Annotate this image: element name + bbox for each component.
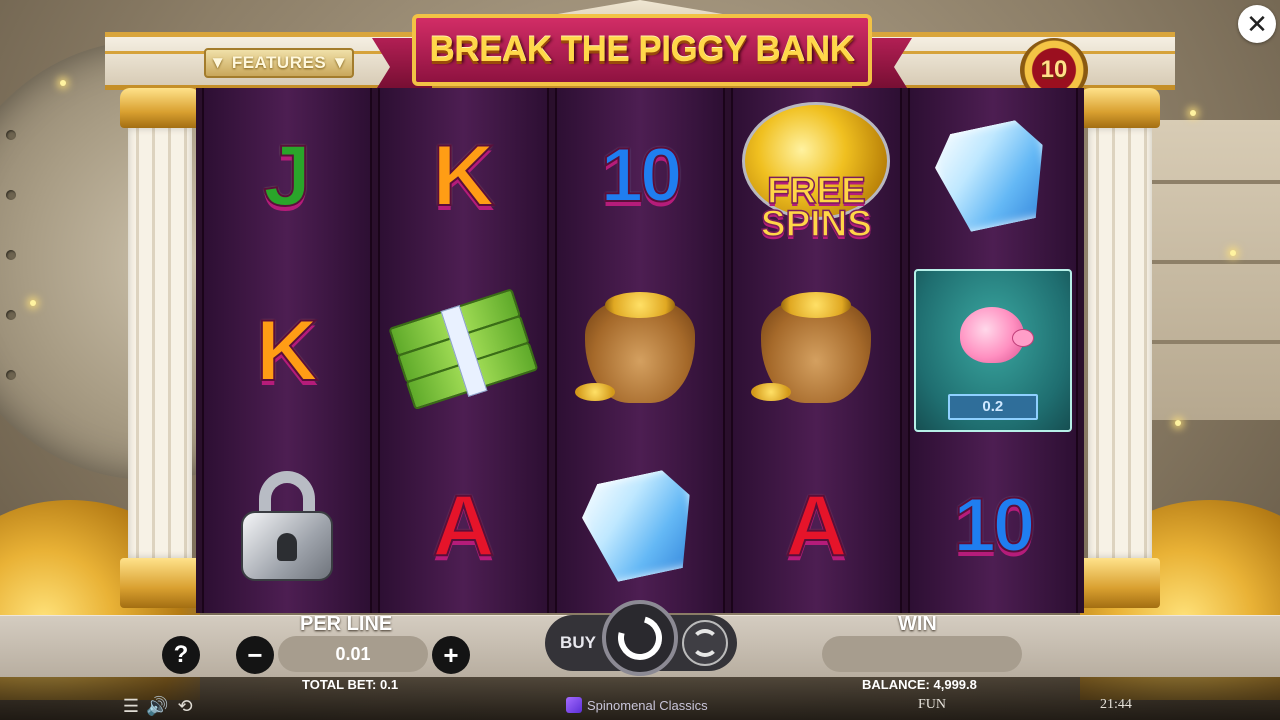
symbol-k: K: [255, 302, 319, 399]
symbol-10: 10: [953, 482, 1037, 568]
reel-cell: [910, 88, 1076, 263]
reel-cell: 0.2: [910, 263, 1076, 438]
total-bet-text: TOTAL BET: 0.1: [302, 677, 399, 692]
symbol-k: K: [432, 127, 496, 224]
column-left: [120, 88, 200, 628]
vault-bolt: [6, 250, 16, 260]
reel-cell: K: [380, 88, 546, 263]
provider-name: Spinomenal Classics: [587, 697, 708, 713]
reel-cell: 10: [910, 438, 1076, 613]
play-mode: FUN: [918, 697, 947, 712]
reel-2: KA: [378, 88, 549, 613]
autoplay-icon: [691, 629, 719, 657]
sparkle: [1175, 420, 1181, 426]
free-spins-text: FREE SPINS: [760, 169, 873, 244]
game-title-banner: BREAK THE PIGGY BANK: [372, 8, 912, 100]
provider-brand: Spinomenal Classics: [566, 697, 708, 713]
reel-cell: [557, 263, 723, 438]
provider-logo-icon: [566, 697, 582, 713]
help-button[interactable]: ?: [162, 636, 200, 674]
free-spins-scatter-symbol: FREE SPINS: [736, 96, 896, 256]
sparkle: [1190, 110, 1196, 116]
bonus-value: 0.2: [947, 394, 1039, 420]
increase-bet-button[interactable]: +: [432, 636, 470, 674]
per-line-bet-value: 0.01: [278, 636, 428, 672]
reel-5: 0.2 10: [907, 88, 1079, 613]
padlock-symbol-icon: [241, 470, 334, 581]
reel-1: JK: [202, 88, 373, 613]
gold-bag-symbol-icon: [751, 292, 872, 403]
reel-cell: A: [380, 438, 546, 613]
balance-text: BALANCE: 4,999.8: [862, 677, 977, 692]
game-title: BREAK THE PIGGY BANK: [429, 30, 855, 69]
win-label: WIN: [898, 613, 937, 635]
spin-button[interactable]: [602, 600, 678, 676]
symbol-a: A: [432, 477, 496, 574]
symbol-a: A: [784, 477, 848, 574]
autoplay-button[interactable]: [682, 620, 728, 666]
vault-bolt: [6, 370, 16, 380]
sparkle: [1230, 250, 1236, 256]
reel-grid: J K K A 10 FREE SPINS A 0.2 10: [196, 88, 1084, 613]
reel-cell: A: [733, 438, 899, 613]
per-line-label: PER LINE: [300, 613, 393, 635]
symbol-10: 10: [600, 132, 684, 218]
reel-cell: J: [204, 88, 370, 263]
reel-4: FREE SPINS A: [731, 88, 902, 613]
win-amount-field: [822, 636, 1022, 672]
reel-cell: [380, 263, 546, 438]
menu-icon[interactable]: ☰: [120, 696, 142, 716]
reel-cell: FREE SPINS: [733, 88, 899, 263]
piggy-bonus-symbol: 0.2: [913, 269, 1073, 432]
sound-icon[interactable]: 🔊: [146, 696, 168, 716]
reel-cell: [733, 263, 899, 438]
vault-bolt: [6, 310, 16, 320]
column-right: [1080, 88, 1160, 628]
gold-bag-symbol-icon: [575, 292, 696, 403]
sparkle: [30, 300, 36, 306]
shelf-background: [1140, 120, 1280, 420]
clock: 21:44: [1100, 697, 1132, 712]
reel-cell: [557, 438, 723, 613]
reel-cell: K: [204, 263, 370, 438]
diamond-symbol-icon: [576, 465, 704, 586]
symbol-j: J: [262, 127, 312, 224]
buy-feature-button[interactable]: BUY: [552, 622, 604, 664]
spin-icon: [609, 607, 671, 669]
reel-cell: 10: [557, 88, 723, 263]
turbo-icon[interactable]: ⟲: [174, 696, 196, 716]
close-button[interactable]: ✕: [1238, 5, 1276, 43]
diamond-symbol-icon: [929, 115, 1057, 236]
pink-piggy-icon: [959, 307, 1034, 363]
vault-bolt: [6, 190, 16, 200]
sparkle: [60, 80, 66, 86]
vault-bolt: [6, 130, 16, 140]
reel-cell: [204, 438, 370, 613]
features-button[interactable]: ▼ FEATURES ▼: [204, 48, 354, 78]
cash-stack-symbol-icon: [387, 287, 539, 414]
decrease-bet-button[interactable]: −: [236, 636, 274, 674]
reel-3: 10: [554, 88, 726, 613]
